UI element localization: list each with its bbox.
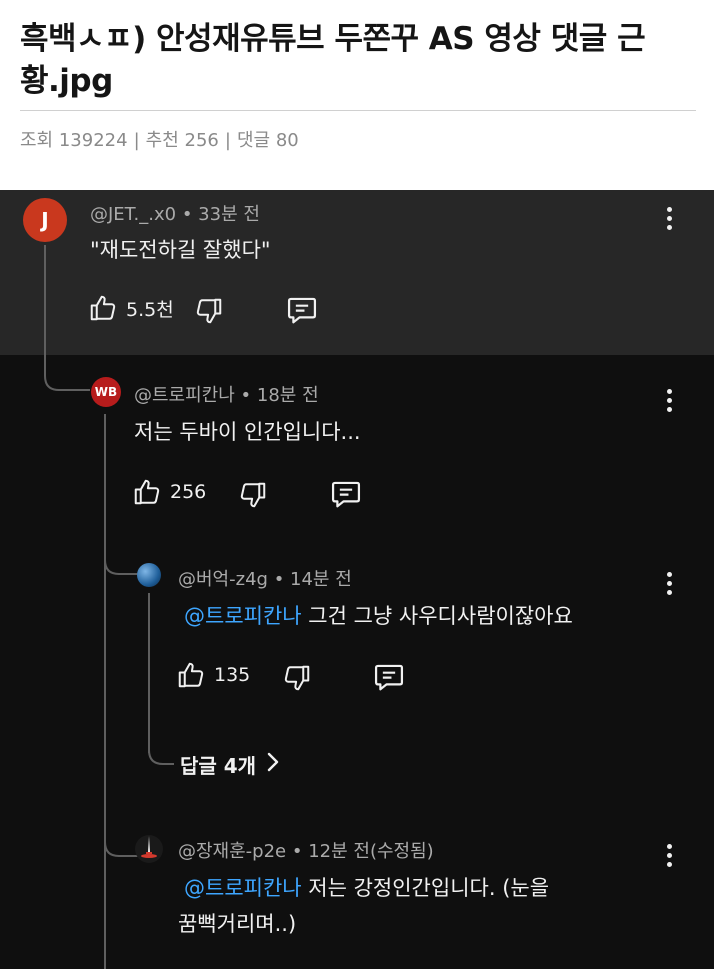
avatar-initial: J xyxy=(41,208,49,232)
comment-author[interactable]: @트로피칸나 xyxy=(134,385,235,406)
thread-connector xyxy=(44,360,90,391)
dislike-button[interactable] xyxy=(194,296,224,326)
avatar-initial: WB xyxy=(94,385,118,399)
mention-link[interactable]: @트로피칸나 xyxy=(184,876,302,900)
thread-line xyxy=(148,593,150,753)
more-replies-button[interactable]: 답글 4개 xyxy=(180,750,280,779)
kebab-menu-icon[interactable] xyxy=(665,572,673,595)
kebab-menu-icon[interactable] xyxy=(665,207,673,230)
comment-header: @트로피칸나 • 18분 전 xyxy=(134,381,319,407)
dislike-button[interactable] xyxy=(238,480,268,510)
thumbs-up-icon xyxy=(88,293,118,323)
dislike-button[interactable] xyxy=(282,663,312,693)
thumbs-up-icon xyxy=(176,660,206,690)
views-label: 조회 xyxy=(20,130,54,151)
meta-separator: | xyxy=(133,130,140,151)
post-meta: 조회 139224 | 추천 256 | 댓글 80 xyxy=(20,126,299,152)
thumbs-up-icon xyxy=(132,477,162,507)
comment-text: "재도전하길 잘했다" xyxy=(90,238,271,262)
comment-author[interactable]: @장재훈-p2e xyxy=(178,841,286,862)
comment-time: • 18분 전 xyxy=(240,385,319,406)
comment-text-content: 그건 그냥 사우디사람이잖아요 xyxy=(301,604,573,628)
comment-time: • 14분 전 xyxy=(273,569,352,590)
recommend-count: 256 xyxy=(184,130,219,151)
like-button[interactable]: 5.5천 xyxy=(88,293,174,323)
comment-time: • 33분 전 xyxy=(181,204,260,225)
reply-comment-icon xyxy=(373,662,405,692)
header-divider xyxy=(20,110,696,111)
comment-header: @장재훈-p2e • 12분 전(수정됨) xyxy=(178,837,434,863)
reply-button[interactable] xyxy=(373,662,405,692)
like-count: 5.5천 xyxy=(126,298,174,321)
thread-connector xyxy=(104,544,140,575)
thumbs-down-icon xyxy=(238,480,268,510)
post-header: 흑백ㅅㅍ) 안성재유튜브 두쫀꾸 AS 영상 댓글 근황.jpg 조회 1392… xyxy=(0,0,714,190)
like-button[interactable]: 256 xyxy=(132,477,206,507)
reply-comment-icon xyxy=(330,479,362,509)
avatar[interactable] xyxy=(135,835,163,863)
like-count: 135 xyxy=(214,664,251,686)
chevron-right-icon xyxy=(266,752,280,777)
comment-text: 저는 두바이 인간입니다... xyxy=(134,420,361,444)
thread-line xyxy=(44,245,46,375)
tower-icon xyxy=(135,833,163,865)
thumbs-down-icon xyxy=(194,296,224,326)
comment-text: @트로피칸나 그건 그냥 사우디사람이잖아요 xyxy=(184,598,573,634)
recommend-label: 추천 xyxy=(145,130,179,151)
reply-button[interactable] xyxy=(330,479,362,509)
more-replies-label: 답글 4개 xyxy=(180,754,257,778)
avatar[interactable]: J xyxy=(23,198,67,242)
thread-line xyxy=(104,414,106,969)
comment-author[interactable]: @JET._.x0 xyxy=(90,204,176,225)
comment-header: @JET._.x0 • 33분 전 xyxy=(90,200,260,226)
comment-text: @트로피칸나 저는 강정인간입니다. (눈을 꿈뻑거리며..) xyxy=(178,870,550,942)
mention-link[interactable]: @트로피칸나 xyxy=(184,604,302,628)
avatar[interactable]: WB xyxy=(91,377,121,407)
comment-text-content: 저는 강정인간입니다. (눈을 xyxy=(301,876,550,900)
avatar[interactable] xyxy=(137,563,161,587)
post-title: 흑백ㅅㅍ) 안성재유튜브 두쫀꾸 AS 영상 댓글 근황.jpg xyxy=(20,21,646,99)
comment-author[interactable]: @버억-z4g xyxy=(178,569,268,590)
comment-screenshot: J @JET._.x0 • 33분 전 "재도전하길 잘했다" 5.5천 WB … xyxy=(0,190,714,969)
comments-label: 댓글 xyxy=(236,130,271,151)
meta-separator: | xyxy=(224,130,231,151)
like-count: 256 xyxy=(170,481,207,503)
comments-count: 80 xyxy=(275,130,299,151)
reply-button[interactable] xyxy=(286,295,318,325)
kebab-menu-icon[interactable] xyxy=(665,844,673,867)
comment-header: @버억-z4g • 14분 전 xyxy=(178,565,352,591)
like-button[interactable]: 135 xyxy=(176,660,250,690)
thumbs-down-icon xyxy=(282,663,312,693)
views-count: 139224 xyxy=(58,130,128,151)
reply-comment-icon xyxy=(286,295,318,325)
comment-time: • 12분 전(수정됨) xyxy=(291,841,434,862)
kebab-menu-icon[interactable] xyxy=(665,389,673,412)
thread-connector xyxy=(148,738,174,765)
comment-text-content: 꿈뻑거리며..) xyxy=(178,912,297,936)
